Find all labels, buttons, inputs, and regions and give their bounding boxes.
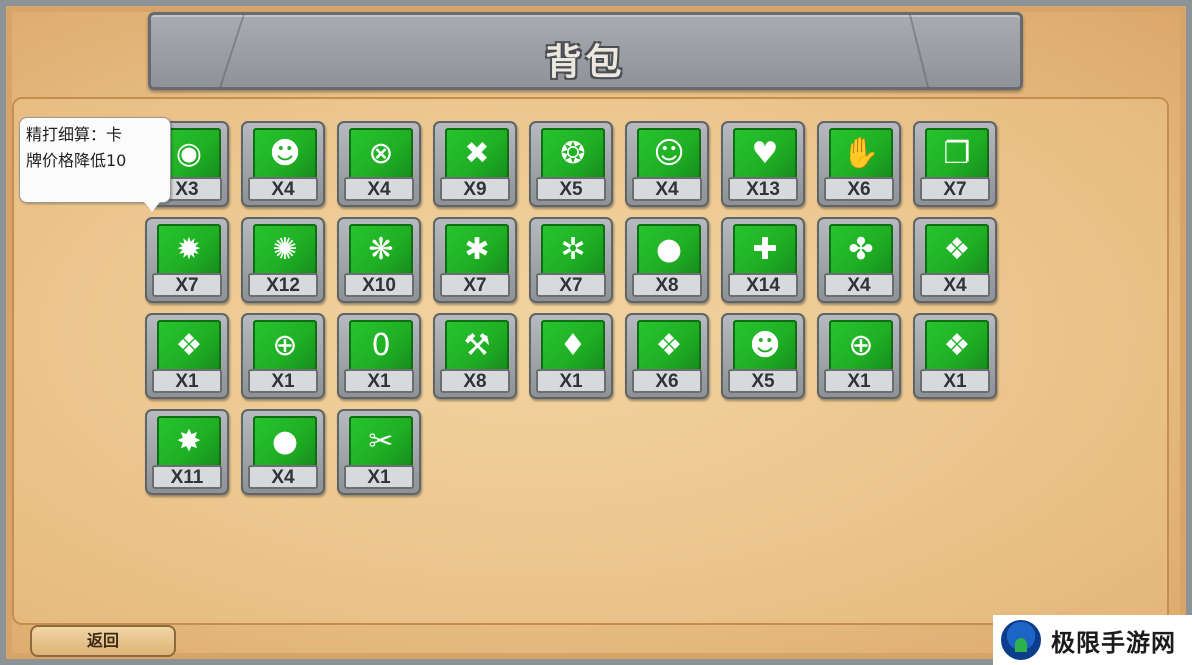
heart-plus-icon: ✚ bbox=[733, 224, 797, 276]
inventory-card-slot[interactable]: ❐ X7 bbox=[913, 121, 997, 207]
cards-icon: ❐ bbox=[925, 128, 989, 180]
card-count: X9 bbox=[440, 177, 510, 201]
fan-icon: ✤ bbox=[829, 224, 893, 276]
spiky-plus-icon: ✲ bbox=[541, 224, 605, 276]
inventory-card-slot[interactable]: ❂ X5 bbox=[529, 121, 613, 207]
item-tooltip: 精打细算：卡 牌价格降低10 bbox=[19, 117, 171, 212]
card-count: X1 bbox=[344, 369, 414, 393]
inventory-card-slot[interactable]: ✸ X11 bbox=[145, 409, 229, 495]
inventory-card-slot[interactable]: ♦ X1 bbox=[529, 313, 613, 399]
card-count: X6 bbox=[632, 369, 702, 393]
inventory-card-slot[interactable]: ❖ X1 bbox=[145, 313, 229, 399]
plus-steam-icon: ⊕ bbox=[829, 320, 893, 372]
tooltip-line: 牌价格降低10 bbox=[26, 151, 127, 170]
jaws-ring-icon: ❖ bbox=[157, 320, 221, 372]
inventory-card-slot[interactable]: ● X4 bbox=[241, 409, 325, 495]
card-count: X8 bbox=[632, 273, 702, 297]
card-count: X10 bbox=[344, 273, 414, 297]
watermark-text: 极限手游网 bbox=[1051, 628, 1176, 657]
card-count: X11 bbox=[152, 465, 222, 489]
card-count: X13 bbox=[728, 177, 798, 201]
inventory-card-slot[interactable]: 0 X1 bbox=[337, 313, 421, 399]
card-count: X4 bbox=[824, 273, 894, 297]
card-count: X7 bbox=[920, 177, 990, 201]
inventory-card-slot[interactable]: ✺ X12 bbox=[241, 217, 325, 303]
heart-face-icon: ♥ bbox=[733, 128, 797, 180]
inventory-card-slot[interactable]: ⊕ X1 bbox=[241, 313, 325, 399]
inventory-card-slot[interactable]: ● X8 bbox=[625, 217, 709, 303]
inventory-card-slot[interactable]: ❖ X4 bbox=[913, 217, 997, 303]
page-title: 背包 bbox=[545, 42, 626, 83]
inventory-card-slot[interactable]: ✱ X7 bbox=[433, 217, 517, 303]
card-count: X6 bbox=[824, 177, 894, 201]
card-count: X4 bbox=[248, 177, 318, 201]
title-banner: 背包 bbox=[148, 12, 1023, 90]
inventory-card-slot[interactable]: ♥ X13 bbox=[721, 121, 805, 207]
inventory-card-slot[interactable]: ☺ X4 bbox=[625, 121, 709, 207]
card-count: X1 bbox=[824, 369, 894, 393]
target-x-icon: ⊗ bbox=[349, 128, 413, 180]
site-logo-icon bbox=[1001, 620, 1041, 660]
tools-icon: ✂ bbox=[349, 416, 413, 468]
card-count: X5 bbox=[728, 369, 798, 393]
card-count: X1 bbox=[152, 369, 222, 393]
star-burst-icon: ✸ bbox=[157, 416, 221, 468]
inventory-card-slot[interactable]: ✚ X14 bbox=[721, 217, 805, 303]
inventory-card-slot[interactable]: ✖ X9 bbox=[433, 121, 517, 207]
crossed-x-icon: ✖ bbox=[445, 128, 509, 180]
inventory-card-slot[interactable]: ✂ X1 bbox=[337, 409, 421, 495]
inventory-card-slot[interactable]: ✹ X7 bbox=[145, 217, 229, 303]
sun-minus-icon: ✹ bbox=[157, 224, 221, 276]
inventory-card-slot[interactable]: ❖ X1 bbox=[913, 313, 997, 399]
jaws-icon: ❖ bbox=[925, 224, 989, 276]
jaws-lines-icon: ❖ bbox=[925, 320, 989, 372]
card-count: X4 bbox=[920, 273, 990, 297]
drop-ring-icon: ♦ bbox=[541, 320, 605, 372]
twin-faces-icon: ☻ bbox=[733, 320, 797, 372]
sun-plus-icon: ✺ bbox=[253, 224, 317, 276]
zero-ring-icon: 0 bbox=[349, 320, 413, 372]
inventory-card-slot[interactable]: ⊕ X1 bbox=[817, 313, 901, 399]
card-count: X4 bbox=[248, 465, 318, 489]
card-count: X12 bbox=[248, 273, 318, 297]
inventory-card-slot[interactable]: ✋ X6 bbox=[817, 121, 901, 207]
back-button[interactable]: 返回 bbox=[30, 625, 176, 657]
apple-plus-icon: ● bbox=[637, 224, 701, 276]
inventory-card-slot[interactable]: ✤ X4 bbox=[817, 217, 901, 303]
fang-drop-icon: ❖ bbox=[637, 320, 701, 372]
plus-ring-icon: ⊕ bbox=[253, 320, 317, 372]
face-ring-icon: ☺ bbox=[637, 128, 701, 180]
card-count: X1 bbox=[536, 369, 606, 393]
bomb-plus-icon: ● bbox=[253, 416, 317, 468]
card-count: X7 bbox=[152, 273, 222, 297]
hedgehog-icon: ✱ bbox=[445, 224, 509, 276]
card-count: X1 bbox=[344, 465, 414, 489]
hand-minus-icon: ✋ bbox=[829, 128, 893, 180]
dots-ring-icon: ❂ bbox=[541, 128, 605, 180]
card-count: X14 bbox=[728, 273, 798, 297]
card-count: X1 bbox=[920, 369, 990, 393]
card-count: X1 bbox=[248, 369, 318, 393]
watermark: 极限手游网 bbox=[993, 615, 1192, 665]
card-count: X7 bbox=[536, 273, 606, 297]
card-count: X8 bbox=[440, 369, 510, 393]
inventory-card-slot[interactable]: ❋ X10 bbox=[337, 217, 421, 303]
inventory-card-slot[interactable]: ❖ X6 bbox=[625, 313, 709, 399]
inventory-card-slot[interactable]: ☻ X5 bbox=[721, 313, 805, 399]
inventory-card-slot[interactable]: ⊗ X4 bbox=[337, 121, 421, 207]
card-count: X5 bbox=[536, 177, 606, 201]
inventory-card-slot[interactable]: ☻ X4 bbox=[241, 121, 325, 207]
tooltip-line: 精打细算：卡 bbox=[26, 125, 123, 144]
hammer-minus-icon: ⚒ bbox=[445, 320, 509, 372]
face-plus-icon: ☻ bbox=[253, 128, 317, 180]
card-count: X7 bbox=[440, 273, 510, 297]
inventory-card-slot[interactable]: ⚒ X8 bbox=[433, 313, 517, 399]
inventory-card-slot[interactable]: ✲ X7 bbox=[529, 217, 613, 303]
card-count: X4 bbox=[632, 177, 702, 201]
blob-sparkle-icon: ❋ bbox=[349, 224, 413, 276]
card-count: X4 bbox=[344, 177, 414, 201]
